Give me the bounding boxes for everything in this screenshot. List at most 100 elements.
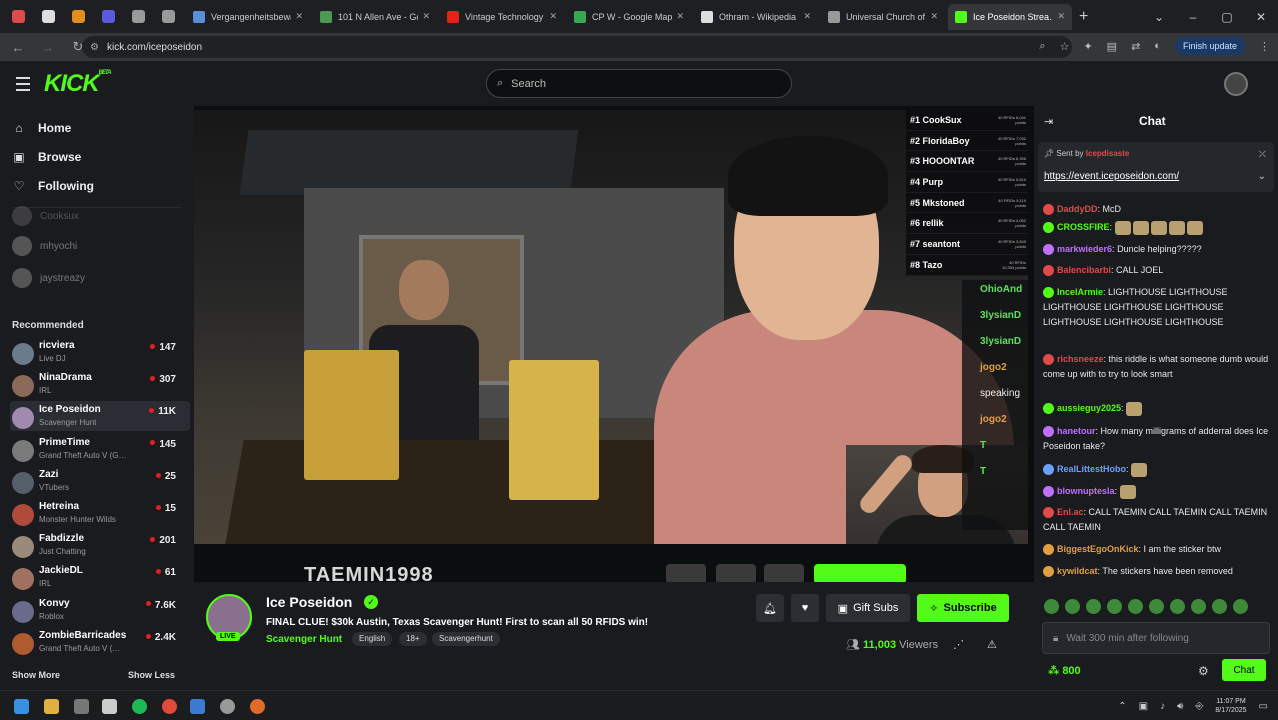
menu-icon[interactable]: [16, 77, 30, 95]
new-tab-icon[interactable]: +: [1079, 8, 1088, 26]
chat-username[interactable]: DaddyDD: [1057, 204, 1098, 214]
chat-username[interactable]: markwieder6: [1057, 244, 1112, 254]
emote-icon[interactable]: [1233, 599, 1248, 614]
media-icon[interactable]: ▤: [1107, 40, 1117, 53]
chat-send-button[interactable]: Chat: [1222, 659, 1266, 681]
chat-username[interactable]: Balencibarbi: [1057, 265, 1111, 275]
browser-tab[interactable]: 101 N Allen Ave - Goo… ✕: [313, 4, 437, 30]
gift-subs-button[interactable]: ▣ Gift Subs: [826, 594, 910, 622]
close-tab-icon[interactable]: ✕: [676, 11, 684, 22]
browser-tab[interactable]: Vintage Technology Ei… ✕: [440, 4, 564, 30]
report-icon[interactable]: ⚠: [987, 638, 997, 651]
app-icon[interactable]: [190, 699, 205, 714]
chevron-up-icon[interactable]: ⌃: [1118, 701, 1126, 712]
tag-english[interactable]: English: [352, 632, 393, 646]
emote-icon[interactable]: [1191, 599, 1206, 614]
chat-username[interactable]: IncelArmie: [1057, 287, 1103, 297]
pinned-tab[interactable]: [126, 5, 150, 29]
unpin-icon[interactable]: ⤫: [1259, 149, 1266, 160]
forward-icon[interactable]: →: [36, 40, 60, 55]
streamer-name[interactable]: Ice Poseidon: [266, 594, 352, 610]
emote-icon[interactable]: [1170, 599, 1185, 614]
recommended-channel[interactable]: JackieDL IRL 61: [10, 562, 190, 592]
chevron-down-icon[interactable]: ⌄: [1142, 10, 1176, 24]
chat-input[interactable]: 🔒︎ Wait 300 min after following: [1042, 622, 1270, 654]
close-tab-icon[interactable]: ✕: [295, 11, 303, 22]
browser-tab[interactable]: Vergangenheitsbewält… ✕: [186, 4, 310, 30]
subscribe-button[interactable]: ✧ Subscribe: [917, 594, 1009, 622]
user-avatar[interactable]: [1224, 72, 1248, 96]
mic-icon[interactable]: ♪: [1160, 701, 1165, 712]
pinned-tab[interactable]: [96, 5, 120, 29]
sidebar-item-browse[interactable]: ▣ Browse: [12, 150, 81, 164]
language-icon[interactable]: ⎆: [1195, 701, 1203, 712]
profile-icon[interactable]: ◐: [1154, 40, 1161, 52]
close-tab-icon[interactable]: ✕: [930, 11, 938, 22]
notification-icon[interactable]: ▭: [1259, 701, 1268, 712]
recommended-channel[interactable]: PrimeTime Grand Theft Auto V (G… 145: [10, 434, 190, 464]
sidebar-item-home[interactable]: ⌂ Home: [12, 121, 71, 135]
star-icon[interactable]: ☆: [1060, 40, 1070, 53]
app-icon[interactable]: ▣: [1139, 701, 1148, 712]
chat-username[interactable]: kywildcat: [1057, 566, 1098, 576]
follow-button[interactable]: ♥: [791, 594, 819, 622]
finish-update-button[interactable]: Finish update: [1174, 37, 1245, 55]
zoom-icon[interactable]: ⌕: [1039, 40, 1045, 53]
show-less-button[interactable]: Show Less: [128, 670, 175, 680]
emote-icon[interactable]: [1065, 599, 1080, 614]
pinned-tab[interactable]: [156, 5, 180, 29]
close-tab-icon[interactable]: ✕: [1057, 11, 1065, 22]
tag-18plus[interactable]: 18+: [399, 632, 427, 646]
recommended-channel[interactable]: Ice Poseidon Scavenger Hunt 11K: [10, 401, 190, 432]
chat-username[interactable]: blownuptesla: [1057, 486, 1115, 496]
stream-category[interactable]: Scavenger Hunt: [266, 634, 342, 645]
chat-username[interactable]: hanetour: [1057, 426, 1096, 436]
recommended-channel[interactable]: Zazi VTubers 25: [10, 466, 190, 496]
emote-icon[interactable]: [1149, 599, 1164, 614]
menu-dots-icon[interactable]: ⋮: [1259, 40, 1270, 53]
windows-start-icon[interactable]: [14, 699, 29, 714]
emote-icon[interactable]: [1086, 599, 1101, 614]
recommended-channel[interactable]: Konvy Roblox 7.6K: [10, 595, 190, 625]
kick-logo[interactable]: KICKBETA: [44, 70, 112, 98]
browser-tab[interactable]: Universal Church of the… ✕: [821, 4, 945, 30]
pinned-tab[interactable]: [66, 5, 90, 29]
following-item[interactable]: mhyochi: [12, 236, 77, 256]
browser-tab[interactable]: Othram - Wikipedia ✕: [694, 4, 818, 30]
pinned-tab[interactable]: [36, 5, 60, 29]
emote-icon[interactable]: [1128, 599, 1143, 614]
site-info-icon[interactable]: ⚙: [90, 42, 99, 53]
chat-username[interactable]: RealLittestHobo: [1057, 464, 1126, 474]
recommended-channel[interactable]: Hetreina Monster Hunter Wilds 15: [10, 498, 190, 528]
chat-username[interactable]: aussieguy2025: [1057, 403, 1121, 413]
recommended-channel[interactable]: ricviera Live DJ 147: [10, 337, 190, 367]
close-icon[interactable]: ✕: [1244, 10, 1278, 24]
share-icon[interactable]: ⋰: [953, 638, 964, 651]
chat-username[interactable]: richsneeze: [1057, 354, 1104, 364]
close-tab-icon[interactable]: ✕: [422, 11, 430, 22]
recommended-channel[interactable]: ZombieBarricades Grand Theft Auto V (… 2.4…: [10, 627, 190, 657]
video-player[interactable]: #1 CookSux 40 RFIDs 6,041 points #2 Florid…: [194, 110, 1028, 544]
chat-username[interactable]: BiggestEgoOnKick: [1057, 544, 1139, 554]
chevron-down-icon[interactable]: ⌄: [1258, 171, 1266, 182]
browser-tab[interactable]: Ice Poseidon Strea… ✕: [948, 3, 1072, 30]
search-input[interactable]: ⌕ Search: [486, 69, 792, 98]
tag-scavengerhunt[interactable]: Scavengerhunt: [432, 632, 500, 646]
chat-username[interactable]: CROSSFIRE: [1057, 222, 1110, 232]
file-explorer-icon[interactable]: [44, 699, 59, 714]
app-icon[interactable]: [250, 699, 265, 714]
emote-icon[interactable]: [1212, 599, 1227, 614]
chat-username[interactable]: Enl.ac: [1057, 507, 1084, 517]
url-bar[interactable]: ⚙ kick.com/iceposeidon: [82, 36, 1072, 58]
spotify-icon[interactable]: [132, 699, 147, 714]
collapse-chat-icon[interactable]: ⇥: [1044, 115, 1053, 128]
app-icon[interactable]: [220, 699, 235, 714]
pinned-link[interactable]: https://event.iceposeidon.com/: [1044, 171, 1179, 182]
sidebar-item-following[interactable]: ♡ Following: [12, 179, 94, 193]
emote-icon[interactable]: [1044, 599, 1059, 614]
maximize-icon[interactable]: ▢: [1210, 10, 1244, 24]
notification-button[interactable]: 🔔︎: [756, 594, 784, 622]
clock[interactable]: 11:07 PM 8/17/2025: [1215, 697, 1246, 715]
recommended-channel[interactable]: Fabdizzle Just Chatting 201: [10, 530, 190, 560]
translate-icon[interactable]: ⇄: [1131, 40, 1140, 53]
